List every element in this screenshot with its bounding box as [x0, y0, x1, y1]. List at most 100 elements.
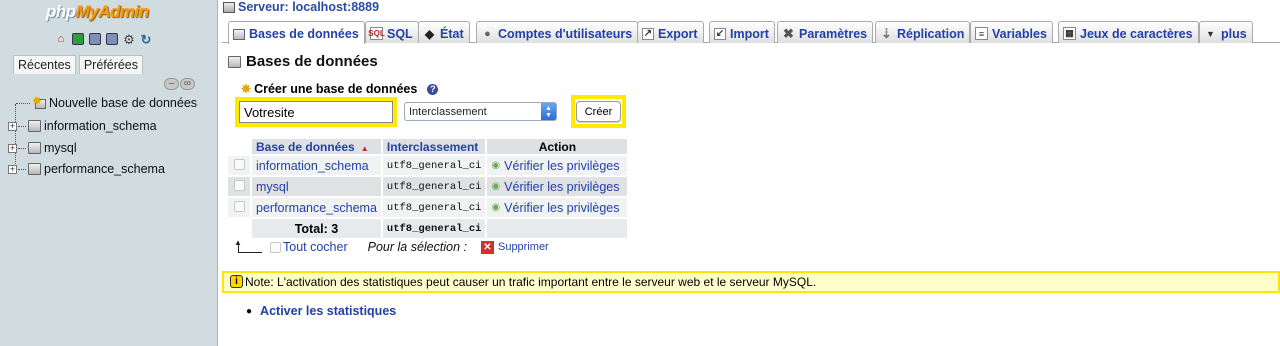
tab-replication[interactable]: ⇣ Réplication	[875, 21, 971, 43]
tab-recent[interactable]: Récentes	[13, 55, 76, 74]
main-panel: Serveur: localhost:8889 Bases de données…	[219, 0, 1280, 346]
tree-item-label: information_schema	[44, 119, 157, 133]
import-icon: ↙	[714, 27, 726, 40]
tab-status[interactable]: ◆ État	[418, 21, 470, 43]
enable-statistics-link[interactable]: ● Activer les statistiques	[246, 304, 396, 318]
tree-item-information-schema[interactable]: + information_schema	[8, 119, 157, 133]
table-row: performance_schema utf8_general_ci ◉ Véri…	[228, 198, 628, 217]
new-database-icon: ✸	[32, 94, 47, 110]
database-icon	[28, 120, 41, 132]
highlight-create: Créer	[571, 95, 626, 128]
tab-variables[interactable]: ≡ Variables	[970, 21, 1053, 43]
check-privileges-link[interactable]: ◉ Vérifier les privilèges	[491, 180, 623, 194]
tree-item-label: performance_schema	[44, 162, 165, 176]
reload-icon[interactable]: ↻	[139, 32, 153, 46]
phpmyadmin-logo[interactable]: phpMyAdmin	[46, 2, 149, 22]
row-checkbox[interactable]	[233, 200, 245, 212]
variables-icon: ≡	[975, 27, 988, 40]
check-privileges-link[interactable]: ◉ Vérifier les privilèges	[491, 159, 623, 173]
database-name-input[interactable]	[239, 101, 393, 123]
tab-favorites[interactable]: Préférées	[78, 55, 144, 74]
arrow-up-icon: ▲	[234, 238, 262, 254]
databases-table: Base de données ▲ Interclassement Action …	[226, 137, 629, 240]
sort-ascending-icon: ▲	[360, 143, 369, 153]
check-all-checkbox[interactable]	[270, 241, 281, 253]
tab-settings[interactable]: ✖ Paramètres	[777, 21, 874, 43]
server-label: Serveur: localhost:8889	[238, 0, 380, 14]
collation-cell: utf8_general_ci	[382, 177, 486, 196]
tree-item-mysql[interactable]: + mysql	[8, 141, 77, 155]
new-database-icon: ✸	[241, 82, 252, 96]
documentation-icon[interactable]	[105, 32, 119, 46]
tree-item-performance-schema[interactable]: + performance_schema	[8, 162, 165, 176]
export-icon: ↗	[642, 27, 654, 40]
tree-item-label: Nouvelle base de données	[49, 96, 198, 110]
collapse-all-icon[interactable]: –	[164, 78, 179, 90]
tab-import[interactable]: ↙ Import	[709, 21, 775, 43]
database-icon	[28, 142, 41, 154]
for-selection-label: Pour la sélection :	[367, 240, 467, 254]
settings-gear-icon[interactable]: ⚙	[122, 32, 136, 46]
row-checkbox[interactable]	[233, 158, 245, 170]
logout-icon[interactable]	[71, 32, 85, 46]
tab-sql[interactable]: SQL SQL	[365, 21, 419, 43]
delete-icon: ✕	[480, 240, 494, 254]
expand-icon[interactable]: +	[8, 143, 17, 153]
database-icon	[233, 28, 245, 40]
database-link[interactable]: performance_schema	[256, 201, 377, 215]
tab-user-accounts[interactable]: ● Comptes d'utilisateurs	[476, 21, 639, 43]
privileges-icon: ◉	[491, 181, 501, 192]
help-icon[interactable]: ?	[427, 83, 439, 95]
create-button[interactable]: Créer	[576, 101, 621, 122]
privileges-icon: ◉	[491, 202, 501, 213]
row-checkbox[interactable]	[233, 179, 245, 191]
statistics-note: i Note: L'activation des statistiques pe…	[222, 271, 1280, 293]
check-privileges-link[interactable]: ◉ Vérifier les privilèges	[491, 201, 623, 215]
settings-icon: ✖	[783, 25, 794, 41]
server-breadcrumb[interactable]: Serveur: localhost:8889	[223, 0, 379, 14]
database-link[interactable]: information_schema	[256, 159, 369, 173]
select-arrows-icon: ▲ ▼	[541, 103, 556, 120]
nav-icon-bar: ⌂ ⚙ ↻	[54, 32, 153, 46]
tree-controls: – ∞	[164, 78, 195, 90]
home-icon[interactable]: ⌂	[54, 32, 68, 46]
sql-icon: SQL	[368, 27, 385, 40]
tab-export[interactable]: ↗ Export	[637, 21, 704, 43]
chevron-down-icon: ▼	[1206, 28, 1215, 39]
query-window-icon[interactable]	[88, 32, 102, 46]
nav-tabs: Récentes Préférées	[13, 55, 144, 74]
header-database[interactable]: Base de données ▲	[252, 139, 381, 154]
table-total-row: Total: 3 utf8_general_ci	[228, 219, 628, 238]
link-with-main-icon[interactable]: ∞	[180, 78, 195, 90]
create-database-heading: ✸ Créer une base de données ?	[241, 82, 439, 96]
delete-button[interactable]: ✕ Supprimer	[480, 240, 549, 254]
database-link[interactable]: mysql	[256, 180, 289, 194]
highlight-db-name	[235, 97, 397, 127]
replication-icon: ⇣	[881, 25, 892, 41]
tree-item-new-db[interactable]: ✸ Nouvelle base de données	[16, 94, 198, 110]
tree-item-label: mysql	[44, 141, 77, 155]
database-icon	[28, 163, 41, 175]
tab-databases[interactable]: Bases de données	[228, 21, 365, 44]
expand-icon[interactable]: +	[8, 164, 17, 174]
users-icon: ●	[484, 27, 491, 40]
status-icon: ◆	[424, 26, 435, 41]
table-header-row: Base de données ▲ Interclassement Action	[228, 139, 628, 154]
table-row: mysql utf8_general_ci ◉ Vérifier les priv…	[228, 177, 628, 196]
bullet-icon: ●	[246, 305, 253, 317]
selection-bar: ▲ Tout cocher Pour la sélection : ✕ Suppr…	[234, 238, 549, 254]
header-collation[interactable]: Interclassement	[382, 139, 486, 154]
tab-charsets[interactable]: ▦ Jeux de caractères	[1058, 21, 1199, 43]
privileges-icon: ◉	[491, 160, 501, 171]
notice-icon: i	[230, 275, 243, 288]
total-collation: utf8_general_ci	[382, 219, 486, 238]
tab-more[interactable]: ▼ plus	[1199, 21, 1253, 43]
top-tabs: Bases de données SQL SQL ◆ État ● Comptes d…	[222, 21, 1280, 44]
database-icon	[228, 55, 241, 68]
server-icon	[223, 1, 235, 13]
header-action: Action	[487, 139, 628, 154]
collation-select[interactable]: Interclassement ▲ ▼	[404, 102, 557, 121]
expand-icon[interactable]: +	[8, 121, 17, 131]
charsets-icon: ▦	[1063, 27, 1076, 40]
check-all-label[interactable]: Tout cocher	[283, 240, 348, 254]
